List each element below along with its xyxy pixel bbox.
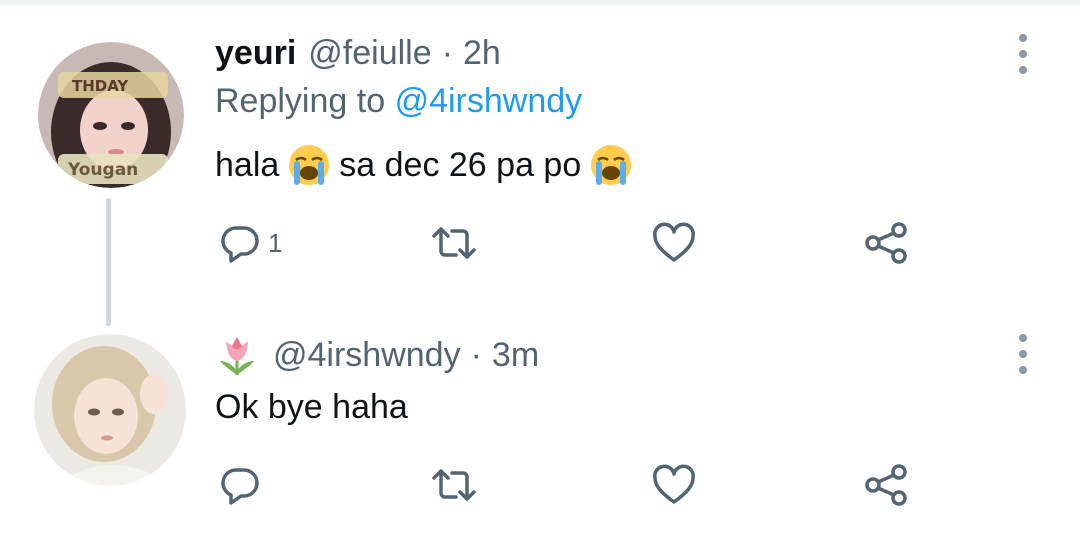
separator-dot: ·	[470, 335, 482, 374]
reply-icon	[221, 226, 259, 263]
like-button[interactable]	[650, 218, 698, 268]
reply-count: 1	[268, 227, 283, 258]
share-button[interactable]	[862, 218, 910, 268]
top-divider	[0, 0, 1080, 5]
timestamp[interactable]: 3m	[492, 336, 539, 375]
avatar-text-top: THDAY	[72, 77, 129, 95]
user-handle[interactable]: @4irshwndy	[273, 336, 461, 375]
reply-icon	[221, 468, 259, 505]
tweet-text: Ok bye haha	[215, 382, 408, 432]
retweet-button[interactable]	[430, 218, 478, 268]
share-button[interactable]	[862, 460, 910, 510]
replying-to-line: Replying to @4irshwndy	[215, 82, 582, 121]
tweet-text: hala sa dec 26 pa po	[215, 140, 641, 190]
thread-connector	[106, 198, 111, 326]
tweet-header: @4irshwndy · 3m	[215, 330, 539, 380]
retweet-icon	[432, 469, 476, 501]
avatar-4irshwndy[interactable]	[34, 334, 186, 486]
timestamp[interactable]: 2h	[463, 34, 501, 73]
loudly-crying-face-icon	[591, 145, 632, 185]
like-icon	[653, 222, 695, 262]
tweet-text-part-1: hala	[215, 145, 280, 184]
retweet-button[interactable]	[430, 460, 478, 510]
tweet-text-part-2: sa dec 26 pa po	[339, 145, 582, 184]
like-icon	[653, 464, 695, 504]
reply-mention-link[interactable]: @4irshwndy	[395, 82, 583, 120]
retweet-icon	[432, 227, 476, 259]
reply-button[interactable]: 1	[216, 218, 282, 268]
replying-to-label: Replying to	[215, 82, 386, 120]
user-handle[interactable]: @feiulle	[308, 34, 431, 73]
share-icon	[865, 222, 907, 264]
tweet-text-body: Ok bye haha	[215, 387, 408, 426]
tulip-icon	[220, 337, 254, 375]
share-icon	[865, 464, 907, 506]
more-options-icon[interactable]	[1010, 34, 1036, 74]
reply-button[interactable]	[216, 460, 264, 510]
separator-dot: ·	[441, 33, 453, 72]
avatar-yeuri[interactable]: THDAY Yougan	[38, 42, 184, 188]
tweet-header: yeuri @feiulle · 2h	[215, 28, 501, 78]
avatar-text-bottom: Yougan	[67, 160, 138, 180]
like-button[interactable]	[650, 460, 698, 510]
loudly-crying-face-icon	[289, 145, 330, 185]
more-options-icon[interactable]	[1010, 334, 1036, 374]
display-name[interactable]: yeuri	[215, 34, 296, 73]
